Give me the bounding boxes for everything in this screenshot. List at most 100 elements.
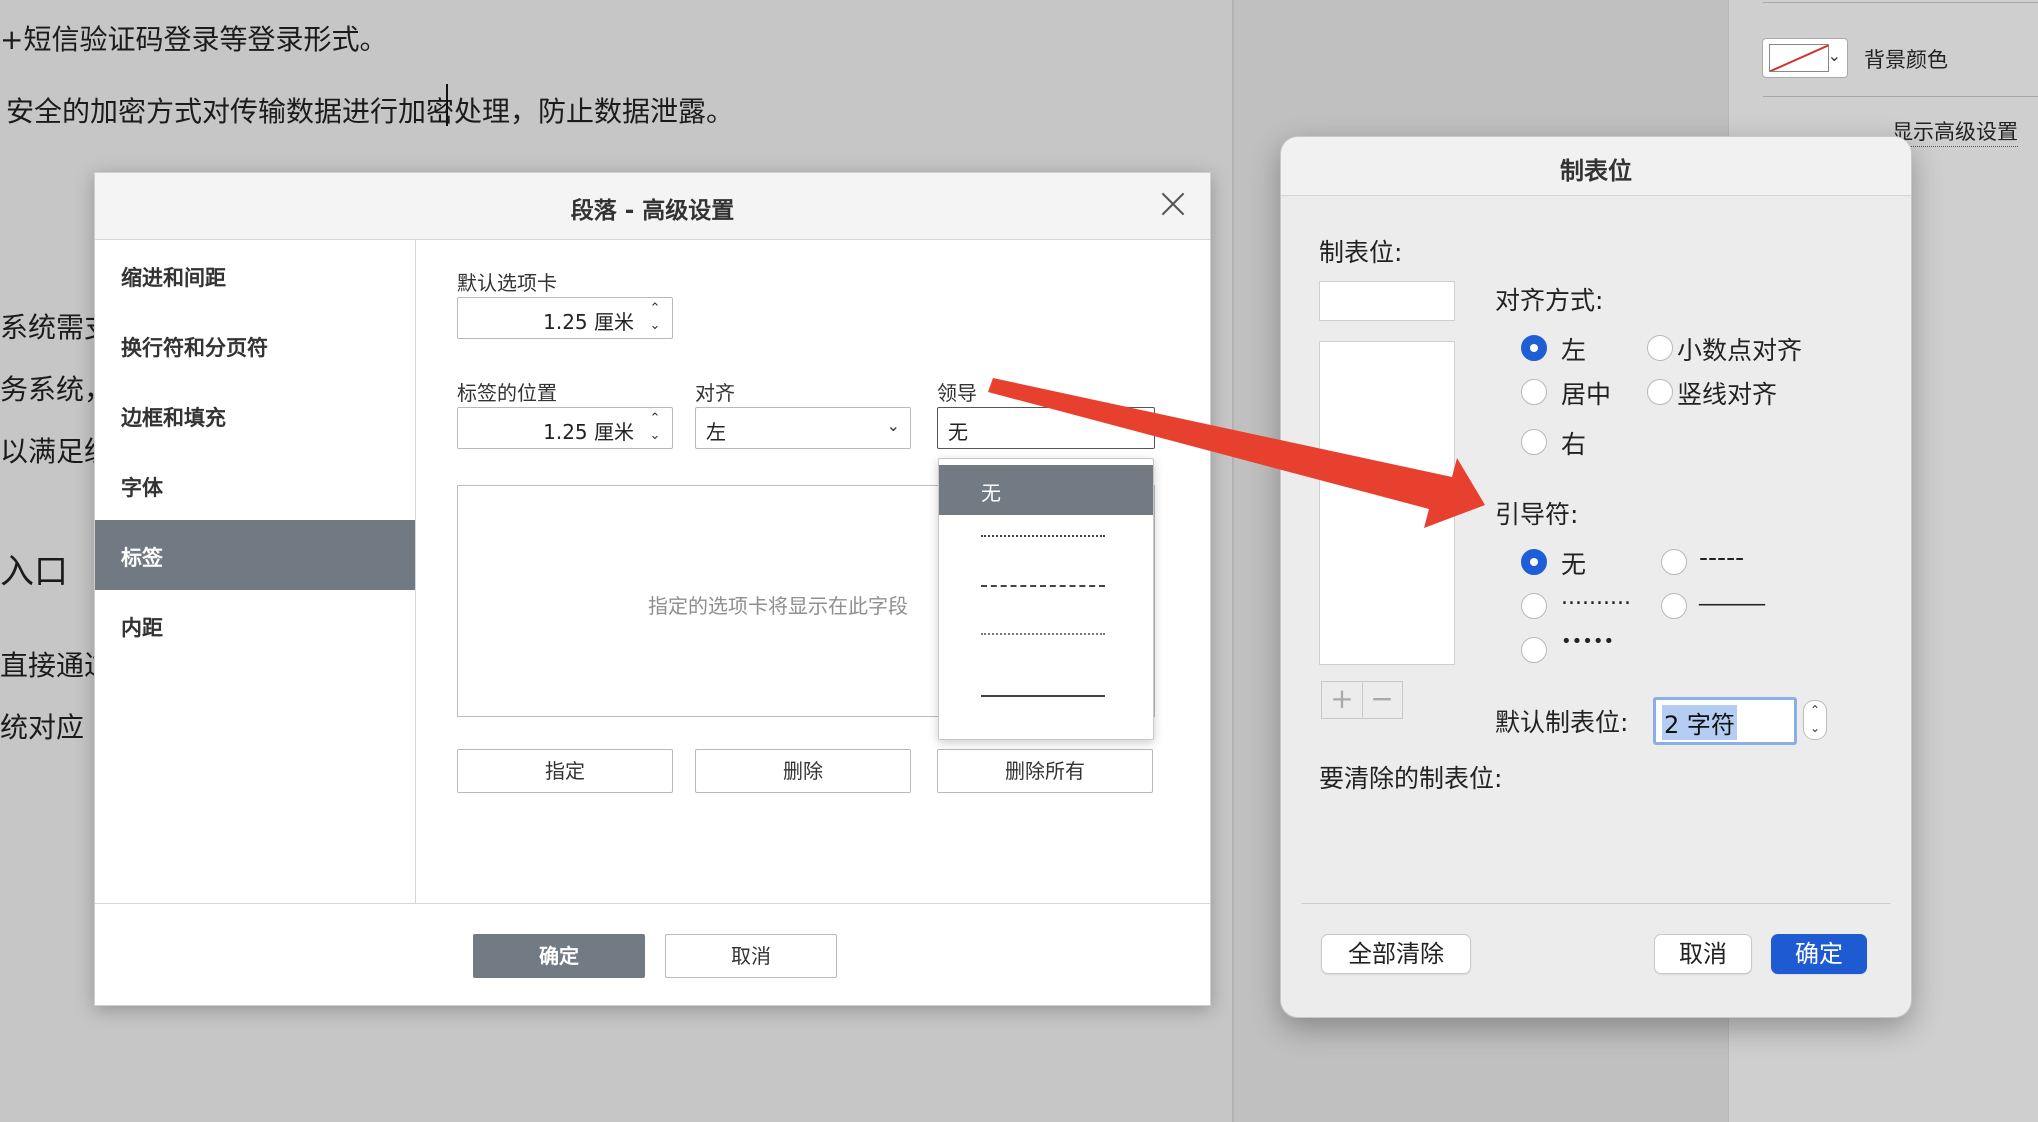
leader-label: 领导 bbox=[937, 381, 977, 405]
delete-all-button[interactable]: 删除所有 bbox=[937, 749, 1153, 793]
nav-label: 缩进和间距 bbox=[121, 266, 226, 290]
stepper-icon[interactable]: ⌃ ⌄ bbox=[646, 410, 664, 444]
nav-label: 边框和填充 bbox=[121, 406, 226, 430]
align-decimal-radio[interactable] bbox=[1647, 335, 1673, 361]
nav-label: 换行符和分页符 bbox=[121, 336, 268, 360]
cancel-button[interactable]: 取消 bbox=[665, 934, 837, 978]
tabstop-list[interactable] bbox=[1319, 341, 1455, 665]
align-right-radio[interactable] bbox=[1521, 429, 1547, 455]
dialog-footer: 确定 取消 bbox=[95, 903, 1210, 1006]
default-tab-value: 1.25 厘米 bbox=[543, 310, 634, 334]
leader-option-dotted-fine[interactable] bbox=[939, 611, 1153, 661]
add-remove-tabstop: + − bbox=[1321, 681, 1403, 719]
align-center-radio[interactable] bbox=[1521, 379, 1547, 405]
stepper-icon[interactable]: ⌃ ⌄ bbox=[646, 300, 664, 334]
dotted-line-icon bbox=[981, 535, 1105, 537]
clear-tabstops-label: 要清除的制表位: bbox=[1319, 764, 1503, 793]
nav-label: 内距 bbox=[121, 616, 163, 640]
dialog-title: 段落 - 高级设置 bbox=[570, 198, 735, 224]
chevron-down-icon: ⌄ bbox=[886, 416, 900, 435]
nav-label: 标签 bbox=[121, 546, 163, 570]
background-color-picker[interactable]: ⌄ bbox=[1762, 38, 1848, 78]
leader-underline-label: ______ bbox=[1699, 581, 1765, 606]
ok-button[interactable]: 确定 bbox=[1771, 934, 1867, 974]
chevron-up-icon: ⌃ bbox=[1132, 416, 1144, 432]
align-center-label: 居中 bbox=[1561, 380, 1612, 409]
leader-option-underline[interactable] bbox=[939, 673, 1153, 723]
stepper-icon[interactable]: ⌃ ⌄ bbox=[1803, 700, 1827, 740]
dialog-title: 制表位 bbox=[1560, 157, 1632, 185]
leader-dropdown-menu: 无 bbox=[938, 458, 1154, 740]
leader-option-dotted[interactable] bbox=[939, 513, 1153, 563]
default-tab-input[interactable]: 1.25 厘米 ⌃ ⌄ bbox=[457, 297, 673, 339]
panel-divider-top bbox=[1763, 2, 2038, 3]
dashed-line-icon bbox=[981, 585, 1105, 587]
align-label: 对齐 bbox=[695, 381, 735, 405]
nav-item-tabs[interactable]: 标签 bbox=[95, 520, 415, 590]
dialog-titlebar: 段落 - 高级设置 bbox=[95, 173, 1210, 240]
leader-dash-radio[interactable] bbox=[1661, 549, 1687, 575]
tab-position-input[interactable]: 1.25 厘米 ⌃ ⌄ bbox=[457, 407, 673, 449]
leader-dots-label: .......... bbox=[1561, 585, 1631, 610]
close-icon[interactable] bbox=[1158, 189, 1188, 219]
delete-button[interactable]: 删除 bbox=[695, 749, 911, 793]
align-left-radio[interactable] bbox=[1521, 335, 1547, 361]
nav-item-font[interactable]: 字体 bbox=[95, 450, 415, 520]
chevron-down-icon: ⌄ bbox=[1827, 46, 1841, 65]
doc-heading: 入口 bbox=[0, 552, 68, 592]
dialog-titlebar: 制表位 bbox=[1281, 137, 1911, 196]
leader-dots-radio[interactable] bbox=[1521, 593, 1547, 619]
plus-icon[interactable]: + bbox=[1322, 682, 1363, 718]
text-caret bbox=[446, 84, 448, 126]
leader-bullets-label: ••••• bbox=[1561, 631, 1615, 652]
default-tabstop-input[interactable]: 2 字符 bbox=[1653, 697, 1797, 745]
leader-value: 无 bbox=[948, 420, 968, 444]
leader-label: 引导符: bbox=[1495, 500, 1579, 529]
tab-stops-placeholder: 指定的选项卡将显示在此字段 bbox=[648, 594, 908, 618]
no-color-swatch-icon bbox=[1769, 44, 1829, 72]
default-tabstop-label: 默认制表位: bbox=[1495, 708, 1629, 737]
leader-option-dashed[interactable] bbox=[939, 563, 1153, 613]
default-tabstop-value: 2 字符 bbox=[1662, 705, 1737, 740]
align-right-label: 右 bbox=[1561, 430, 1587, 459]
specify-button[interactable]: 指定 bbox=[457, 749, 673, 793]
leader-option-label: 无 bbox=[981, 481, 1001, 505]
leader-bullets-radio[interactable] bbox=[1521, 637, 1547, 663]
fine-dotted-line-icon bbox=[981, 633, 1105, 635]
tab-position-value: 1.25 厘米 bbox=[543, 420, 634, 444]
tab-position-label: 标签的位置 bbox=[457, 381, 557, 405]
ok-button[interactable]: 确定 bbox=[473, 934, 645, 978]
leader-underline-radio[interactable] bbox=[1661, 593, 1687, 619]
footer-divider bbox=[1301, 903, 1891, 904]
nav-item-borders-fill[interactable]: 边框和填充 bbox=[95, 380, 415, 450]
nav-item-padding[interactable]: 内距 bbox=[95, 590, 415, 660]
clear-all-button[interactable]: 全部清除 bbox=[1321, 934, 1471, 974]
align-left-label: 左 bbox=[1561, 336, 1587, 365]
nav-item-indent-spacing[interactable]: 缩进和间距 bbox=[95, 240, 415, 310]
align-decimal-label: 小数点对齐 bbox=[1677, 336, 1803, 365]
align-select[interactable]: 左 ⌄ bbox=[695, 407, 911, 449]
align-bar-label: 竖线对齐 bbox=[1677, 380, 1778, 409]
doc-line-7: 统对应 bbox=[0, 711, 85, 744]
tab-stops-dialog: 制表位 制表位: + − 对齐方式: 左 小数点对齐 居中 竖线对齐 右 引导符… bbox=[1280, 136, 1912, 1018]
tabstop-input[interactable] bbox=[1319, 281, 1455, 321]
leader-none-radio[interactable] bbox=[1521, 549, 1547, 575]
leader-dash-label: ----- bbox=[1699, 543, 1745, 572]
leader-select[interactable]: 无 ⌃ bbox=[937, 407, 1155, 449]
align-bar-radio[interactable] bbox=[1647, 379, 1673, 405]
tabstop-label: 制表位: bbox=[1319, 238, 1403, 267]
panel-divider bbox=[1763, 96, 2038, 97]
background-color-label: 背景颜色 bbox=[1864, 48, 1948, 72]
doc-line-2: 安全的加密方式对传输数据进行加密处理，防止数据泄露。 bbox=[6, 95, 735, 128]
leader-none-label: 无 bbox=[1561, 550, 1587, 579]
minus-icon[interactable]: − bbox=[1362, 682, 1402, 718]
align-value: 左 bbox=[706, 420, 726, 444]
nav-label: 字体 bbox=[121, 476, 163, 500]
cancel-button[interactable]: 取消 bbox=[1654, 934, 1752, 974]
solid-line-icon bbox=[981, 695, 1105, 697]
nav-item-line-page-breaks[interactable]: 换行符和分页符 bbox=[95, 310, 415, 380]
doc-line-1: +短信验证码登录等登录形式。 bbox=[0, 23, 388, 56]
default-tab-label: 默认选项卡 bbox=[457, 271, 557, 295]
dialog-nav: 缩进和间距 换行符和分页符 边框和填充 字体 标签 内距 bbox=[95, 240, 416, 903]
leader-option-none[interactable]: 无 bbox=[939, 465, 1153, 515]
